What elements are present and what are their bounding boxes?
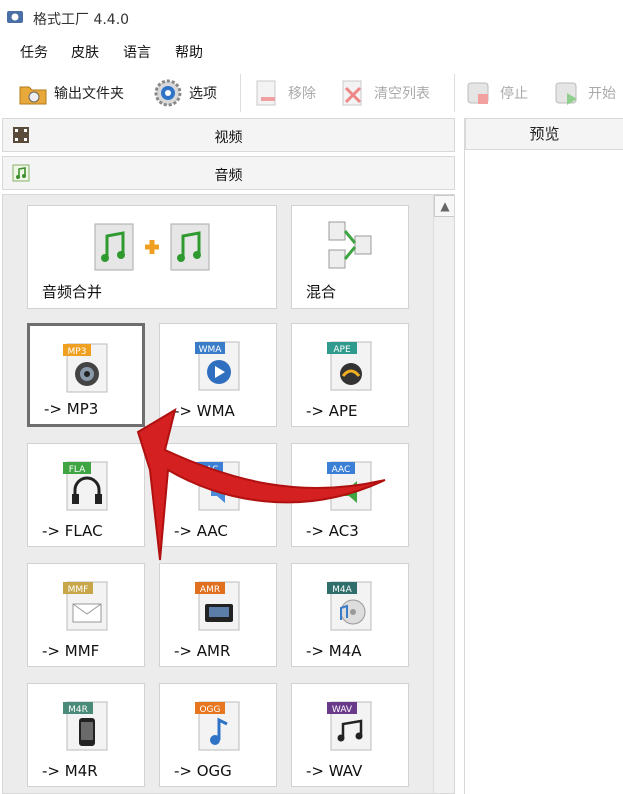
tile-wav-label: -> WAV [306,762,363,780]
function-panel: 视频 音频 音频合并 混合 MP3 -> MP3 WMA -> WMA APE … [0,118,458,794]
gear-icon [154,79,182,107]
tile-mix[interactable]: 混合 [291,205,409,309]
scroll-up-button[interactable]: ▲ [434,195,454,217]
start-label: 开始 [588,86,616,102]
tile-amr[interactable]: AMR -> AMR [159,563,277,667]
menu-bar: 任务 皮肤 语言 帮助 [0,38,623,66]
mp3-badge-text: MP3 [68,347,87,357]
amr-device-icon: AMR [195,581,240,631]
tile-wma[interactable]: WMA -> WMA [159,323,277,427]
tile-m4a-label: -> M4A [306,642,362,660]
start-icon [555,82,577,105]
tile-aac-label: -> AAC [174,522,228,540]
preview-panel: 预览 [464,118,623,794]
tile-ac3-label: -> AC3 [306,522,359,540]
mmf-badge-text: MMF [68,585,89,595]
mix-icon [328,221,372,269]
wma-play-icon: WMA [195,341,240,391]
tile-ape[interactable]: APE -> APE [291,323,409,427]
title-bar: 格式工厂 4.4.0 [0,0,623,36]
window-title: 格式工厂 4.4.0 [33,12,130,28]
aac-badge-text: AAC [200,465,219,475]
tile-m4r[interactable]: M4R -> M4R [27,683,145,787]
menu-task[interactable]: 任务 [20,42,48,62]
tile-mp3[interactable]: MP3 -> MP3 [27,323,145,427]
ogg-badge-text: OGG [199,705,220,715]
options-label: 选项 [189,86,217,102]
tile-mmf-label: -> MMF [42,642,100,660]
ape-audio-icon: APE [327,341,372,391]
tile-flac-label: -> FLAC [42,522,103,540]
start-button[interactable]: 开始 [552,76,616,110]
remove-button[interactable]: 移除 [252,76,316,110]
m4r-badge-text: M4R [68,705,88,715]
menu-language[interactable]: 语言 [123,42,151,62]
category-video-label: 视频 [214,130,243,146]
options-button[interactable]: 选项 [153,76,217,110]
stop-button[interactable]: 停止 [464,76,528,110]
stop-icon [467,82,489,104]
clear-list-icon [342,80,362,106]
toolbar-separator [454,74,455,112]
wav-notes-icon: WAV [327,701,372,751]
tile-audio-merge-label: 音频合并 [42,283,103,301]
ogg-note-icon: OGG [195,701,240,751]
m4a-disc-icon: M4A [327,581,372,631]
wav-badge-text: WAV [332,705,353,715]
output-folder-button[interactable]: 输出文件夹 [18,76,124,110]
category-audio[interactable]: 音频 [2,156,455,190]
tile-audio-merge[interactable]: 音频合并 [27,205,277,309]
tile-mix-label: 混合 [306,283,337,301]
aac-speaker-icon: AAC [195,461,240,511]
tile-ogg-label: -> OGG [174,762,232,780]
category-audio-label: 音频 [214,168,243,184]
clear-list-button[interactable]: 清空列表 [338,76,430,110]
ac3-badge-text: AAC [332,465,351,475]
vertical-scrollbar[interactable]: ▲ [433,195,454,793]
m4a-badge-text: M4A [332,585,352,595]
tile-ape-label: -> APE [306,402,358,420]
mmf-envelope-icon: MMF [63,581,108,631]
tile-ac3[interactable]: AAC -> AC3 [291,443,409,547]
menu-help[interactable]: 帮助 [175,42,203,62]
tile-m4r-label: -> M4R [42,762,98,780]
m4r-phone-icon: M4R [63,701,108,751]
tile-mmf[interactable]: MMF -> MMF [27,563,145,667]
tile-flac[interactable]: FLA -> FLAC [27,443,145,547]
tile-aac[interactable]: AAC -> AAC [159,443,277,547]
category-video[interactable]: 视频 [2,118,455,152]
menu-skin[interactable]: 皮肤 [71,42,99,62]
folder-icon [19,86,47,105]
tile-mp3-label: -> MP3 [44,400,99,418]
app-icon [7,11,23,23]
output-folder-label: 输出文件夹 [54,86,124,102]
audio-merge-icon [94,223,210,271]
ac3-speaker-icon: AAC [327,461,372,511]
preview-header: 预览 [465,118,623,150]
clear-list-label: 清空列表 [374,86,430,102]
ape-badge-text: APE [333,345,351,355]
tile-ogg[interactable]: OGG -> OGG [159,683,277,787]
tile-wav[interactable]: WAV -> WAV [291,683,409,787]
stop-label: 停止 [500,86,528,102]
remove-doc-icon [256,80,276,106]
amr-badge-text: AMR [200,585,220,595]
audio-function-grid: 音频合并 混合 MP3 -> MP3 WMA -> WMA APE -> APE… [2,194,455,794]
flac-headphones-icon: FLA [63,461,108,511]
mp3-speaker-icon: MP3 [63,343,108,393]
tile-m4a[interactable]: M4A -> M4A [291,563,409,667]
tile-wma-label: -> WMA [174,402,235,420]
toolbar: 输出文件夹 选项 移除 清空列表 停止 开始 [0,70,623,116]
flac-badge-text: FLA [69,465,86,475]
tile-amr-label: -> AMR [174,642,231,660]
wma-badge-text: WMA [199,345,223,355]
toolbar-separator [240,74,241,112]
remove-label: 移除 [288,86,316,102]
